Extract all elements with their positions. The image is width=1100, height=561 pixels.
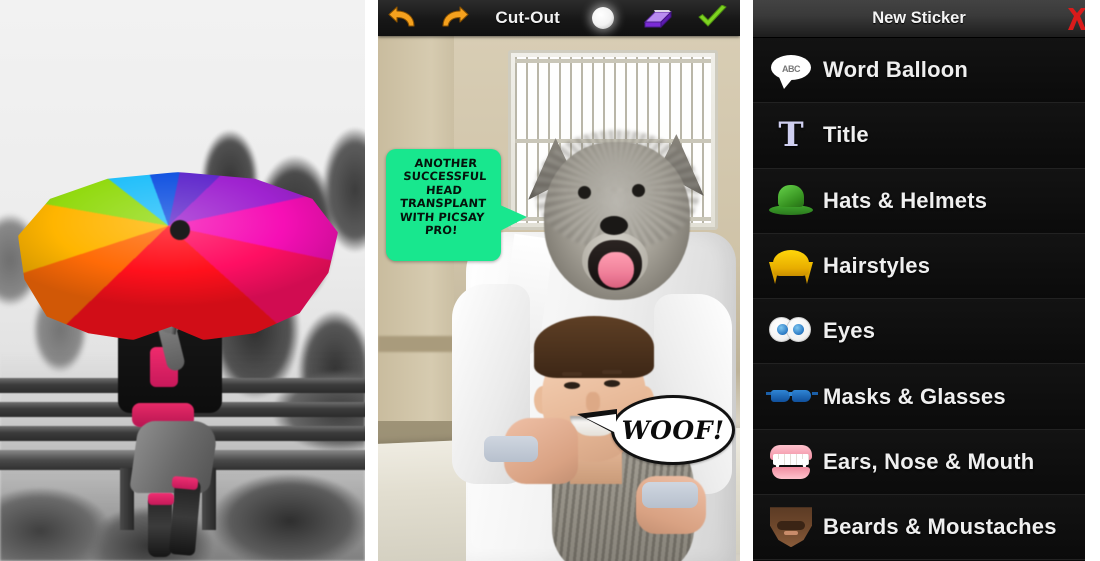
vet-cuff-right: [642, 482, 698, 508]
new-sticker-menu-panel: New Sticker ABC Word Balloon T Title Hat…: [753, 0, 1085, 561]
sticker-category-label: Title: [823, 122, 869, 148]
sticker-category-label: Hairstyles: [823, 253, 931, 279]
sticker-category-label: Ears, Nose & Mouth: [823, 448, 1035, 474]
panel-divider-2: [740, 0, 753, 561]
eraser-button[interactable]: [630, 0, 685, 36]
brush-icon: [592, 7, 615, 29]
woof-speech-balloon[interactable]: WOOF!: [577, 395, 735, 465]
brush-button[interactable]: [576, 0, 631, 36]
sticker-category-label: Hats & Helmets: [823, 187, 988, 213]
sticker-category-hairstyles[interactable]: Hairstyles: [753, 233, 1085, 300]
vet-scene: Another successful head transplant with …: [378, 36, 740, 561]
sticker-category-eyes[interactable]: Eyes: [753, 299, 1085, 365]
close-button[interactable]: [1062, 5, 1085, 33]
sticker-category-word-balloon[interactable]: ABC Word Balloon: [753, 38, 1085, 104]
menu-title: New Sticker: [872, 9, 966, 27]
glasses-icon: [765, 374, 818, 420]
green-speech-balloon[interactable]: Another successful head transplant with …: [386, 149, 527, 261]
sticker-category-label: Masks & Glasses: [823, 383, 1006, 409]
sticker-category-title[interactable]: T Title: [753, 103, 1085, 169]
woof-balloon-text: WOOF!: [621, 415, 725, 445]
picsay-editor-panel: Cut-Out ANOTHER SUCCESSFUL HEAD TRANSPLA…: [378, 0, 740, 561]
dog-head-sticker: [528, 120, 704, 310]
app-screenshot: Cut-Out ANOTHER SUCCESSFUL HEAD TRANSPLA…: [0, 0, 1100, 561]
sticker-category-beards-moustaches[interactable]: Beards & Moustaches: [753, 495, 1085, 561]
eyes-icon: [765, 308, 817, 354]
menu-header: New Sticker: [753, 0, 1085, 38]
checkmark-icon: [698, 5, 727, 27]
title-icon: T: [765, 112, 817, 158]
close-icon: [1068, 8, 1085, 30]
word-balloon-icon: ABC: [765, 47, 817, 93]
umbrella-hub: [170, 220, 190, 240]
hat-icon: [765, 178, 817, 224]
redo-arrow-icon: [442, 6, 469, 27]
green-balloon-tail: [500, 205, 527, 231]
hairstyle-icon: [765, 243, 817, 289]
teeth-icon: [765, 439, 817, 485]
vet-cuff-left: [484, 436, 538, 462]
tool-mode-title: Cut-Out: [495, 8, 561, 27]
editor-toolbar: Cut-Out: [378, 0, 740, 36]
sticker-category-hats-helmets[interactable]: Hats & Helmets: [753, 168, 1085, 234]
eraser-icon: [643, 10, 673, 29]
confirm-button[interactable]: [685, 0, 740, 36]
color-splash-photo: [0, 0, 365, 561]
sticker-category-label: Word Balloon: [823, 57, 968, 83]
panel-divider-1: [365, 0, 378, 561]
sticker-category-label: Beards & Moustaches: [823, 514, 1057, 540]
sticker-category-list: ABC Word Balloon T Title Hats & Helmets: [753, 38, 1085, 561]
undo-button[interactable]: [378, 0, 429, 36]
beard-icon: [765, 504, 817, 550]
sticker-category-masks-glasses[interactable]: Masks & Glasses: [753, 364, 1085, 430]
title-glyph: T: [778, 115, 804, 156]
redo-button[interactable]: [429, 0, 480, 36]
green-balloon-text: Another successful head transplant with …: [399, 156, 488, 238]
sticker-category-ears-nose-mouth[interactable]: Ears, Nose & Mouth: [753, 429, 1085, 496]
sticker-category-label: Eyes: [823, 318, 876, 344]
umbrella-hub-group: [18, 172, 338, 342]
undo-arrow-icon: [388, 6, 415, 27]
